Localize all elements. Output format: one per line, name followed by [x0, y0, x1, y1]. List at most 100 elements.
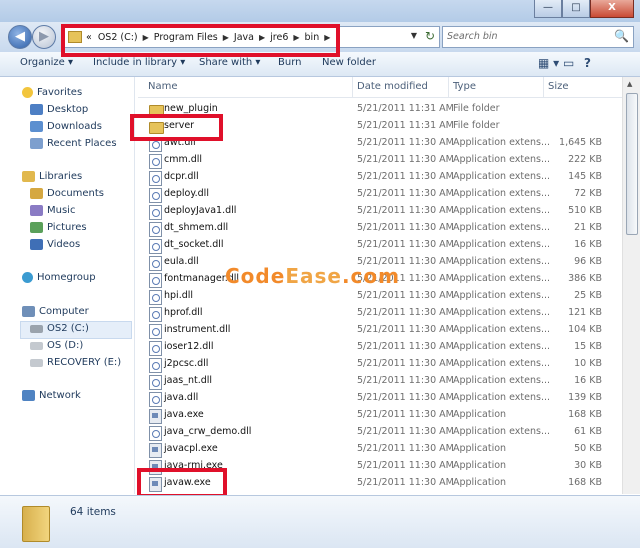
- nav-network[interactable]: Network: [22, 390, 81, 401]
- burn-button[interactable]: Burn: [278, 57, 301, 68]
- nav-drive-e[interactable]: RECOVERY (E:): [30, 357, 121, 368]
- nav-downloads[interactable]: Downloads: [30, 121, 102, 132]
- refresh-icon[interactable]: ↻: [425, 29, 435, 43]
- preview-pane-icon[interactable]: ▭: [563, 56, 574, 70]
- file-row[interactable]: dt_socket.dll 5/21/2011 11:30 AM Applicati…: [138, 237, 608, 254]
- search-input[interactable]: Search bin: [447, 31, 498, 42]
- nav-favorites[interactable]: Favorites: [22, 87, 82, 98]
- file-row[interactable]: hprof.dll 5/21/2011 11:30 AM Application e…: [138, 305, 608, 322]
- file-row[interactable]: ioser12.dll 5/21/2011 11:30 AM Application…: [138, 339, 608, 356]
- file-size: 25 KB: [574, 290, 602, 301]
- file-row[interactable]: java_crw_demo.dll 5/21/2011 11:30 AM Appli…: [138, 424, 608, 441]
- file-row[interactable]: hpi.dll 5/21/2011 11:30 AM Application ext…: [138, 288, 608, 305]
- vertical-scrollbar[interactable]: ▲: [622, 77, 640, 494]
- file-row[interactable]: j2pcsc.dll 5/21/2011 11:30 AM Application …: [138, 356, 608, 373]
- nav-desktop[interactable]: Desktop: [30, 104, 88, 115]
- file-size: 96 KB: [574, 256, 602, 267]
- nav-music[interactable]: Music: [30, 205, 75, 216]
- nav-homegroup[interactable]: Homegroup: [22, 272, 96, 283]
- file-size: 16 KB: [574, 375, 602, 386]
- drive-icon: [30, 324, 43, 333]
- dll-file-icon: [149, 324, 162, 339]
- share-with-button[interactable]: Share with ▾: [199, 57, 260, 68]
- nav-pictures[interactable]: Pictures: [30, 222, 87, 233]
- file-row[interactable]: java.dll 5/21/2011 11:30 AM Application ex…: [138, 390, 608, 407]
- nav-computer[interactable]: Computer: [22, 306, 89, 317]
- nav-recent-places[interactable]: Recent Places: [30, 138, 117, 149]
- file-row[interactable]: jaas_nt.dll 5/21/2011 11:30 AM Application…: [138, 373, 608, 390]
- file-date-modified: 5/21/2011 11:30 AM: [357, 392, 454, 403]
- column-type[interactable]: Type: [453, 81, 476, 92]
- organize-button[interactable]: Organize ▾: [20, 57, 73, 68]
- nav-documents[interactable]: Documents: [30, 188, 104, 199]
- back-button[interactable]: ◀: [8, 25, 32, 49]
- file-size: 15 KB: [574, 341, 602, 352]
- file-row[interactable]: javacpl.exe 5/21/2011 11:30 AM Application…: [138, 441, 608, 458]
- close-button[interactable]: X: [590, 0, 634, 18]
- dll-file-icon: [149, 341, 162, 356]
- file-type: Application extens...: [453, 188, 550, 199]
- file-name: ioser12.dll: [164, 341, 214, 352]
- views-icon[interactable]: ▦ ▾: [538, 56, 559, 70]
- file-name: instrument.dll: [164, 324, 231, 335]
- downloads-icon: [30, 121, 43, 132]
- file-type: Application extens...: [453, 392, 550, 403]
- column-divider[interactable]: [543, 77, 544, 97]
- nav-drive-d[interactable]: OS (D:): [30, 340, 83, 351]
- file-row[interactable]: dt_shmem.dll 5/21/2011 11:30 AM Applicatio…: [138, 220, 608, 237]
- column-size[interactable]: Size: [548, 81, 569, 92]
- dll-file-icon: [149, 154, 162, 169]
- scroll-up-arrow[interactable]: ▲: [627, 80, 632, 88]
- file-name: javacpl.exe: [164, 443, 218, 454]
- nav-libraries[interactable]: Libraries: [22, 171, 82, 182]
- file-type: Application: [453, 443, 507, 454]
- file-row[interactable]: deployJava1.dll 5/21/2011 11:30 AM Applica…: [138, 203, 608, 220]
- pictures-icon: [30, 222, 43, 233]
- maximize-button[interactable]: □: [562, 0, 590, 18]
- network-icon: [22, 390, 35, 401]
- minimize-button[interactable]: —: [534, 0, 562, 18]
- help-icon[interactable]: ?: [584, 56, 591, 70]
- search-icon[interactable]: 🔍: [614, 29, 629, 43]
- file-row[interactable]: deploy.dll 5/21/2011 11:30 AM Application …: [138, 186, 608, 203]
- chevron-down-icon[interactable]: ▼: [411, 31, 417, 40]
- dll-file-icon: [149, 358, 162, 373]
- file-date-modified: 5/21/2011 11:30 AM: [357, 137, 454, 148]
- search-box[interactable]: Search bin 🔍: [442, 26, 634, 48]
- scroll-thumb[interactable]: [626, 93, 638, 235]
- column-divider[interactable]: [448, 77, 449, 97]
- file-date-modified: 5/21/2011 11:30 AM: [357, 358, 454, 369]
- file-row[interactable]: dcpr.dll 5/21/2011 11:30 AM Application ex…: [138, 169, 608, 186]
- file-type: Application extens...: [453, 375, 550, 386]
- nav-drive-c[interactable]: OS2 (C:): [30, 323, 89, 334]
- forward-button[interactable]: ▶: [32, 25, 56, 49]
- watermark-part1: Code: [225, 264, 286, 288]
- file-size: 104 KB: [568, 324, 602, 335]
- nav-libraries-label: Libraries: [39, 171, 83, 182]
- file-date-modified: 5/21/2011 11:30 AM: [357, 205, 454, 216]
- nav-videos[interactable]: Videos: [30, 239, 80, 250]
- file-date-modified: 5/21/2011 11:30 AM: [357, 477, 454, 488]
- drive-icon: [30, 358, 43, 367]
- music-icon: [30, 205, 43, 216]
- nav-music-label: Music: [47, 205, 76, 216]
- file-date-modified: 5/21/2011 11:30 AM: [357, 460, 454, 471]
- file-date-modified: 5/21/2011 11:30 AM: [357, 222, 454, 233]
- file-date-modified: 5/21/2011 11:30 AM: [357, 239, 454, 250]
- computer-icon: [22, 306, 35, 317]
- file-row[interactable]: instrument.dll 5/21/2011 11:30 AM Applicat…: [138, 322, 608, 339]
- window-controls: — □ X: [534, 0, 634, 18]
- include-in-library-button[interactable]: Include in library ▾: [93, 57, 185, 68]
- file-type: Application extens...: [453, 154, 550, 165]
- column-date-modified[interactable]: Date modified: [357, 81, 428, 92]
- file-row[interactable]: java.exe 5/21/2011 11:30 AM Application 168…: [138, 407, 608, 424]
- column-name[interactable]: Name: [148, 81, 178, 92]
- column-divider[interactable]: [352, 77, 353, 97]
- nav-documents-label: Documents: [47, 188, 105, 199]
- file-row[interactable]: cmm.dll 5/21/2011 11:30 AM Application ext…: [138, 152, 608, 169]
- file-size: 50 KB: [574, 443, 602, 454]
- dll-file-icon: [149, 239, 162, 254]
- new-folder-button[interactable]: New folder: [322, 57, 376, 68]
- dll-file-icon: [149, 205, 162, 220]
- file-name: jaas_nt.dll: [164, 375, 213, 386]
